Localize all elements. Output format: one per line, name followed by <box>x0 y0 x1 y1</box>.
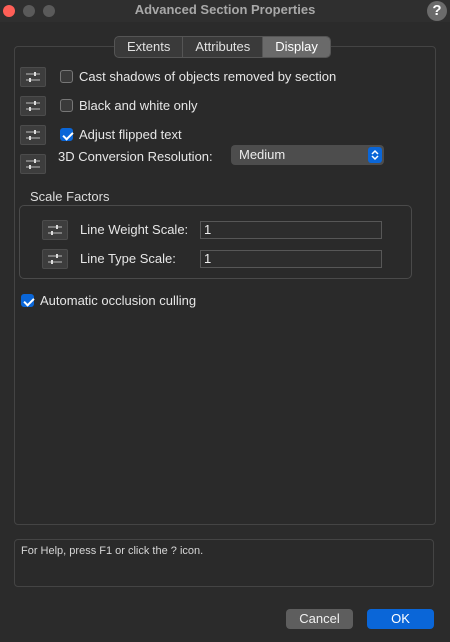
scale-factors-title: Scale Factors <box>30 189 110 204</box>
black-white-label: Black and white only <box>79 98 198 113</box>
help-question-icon[interactable]: ? <box>427 1 447 21</box>
sliders-icon[interactable] <box>20 96 46 116</box>
help-text: For Help, press F1 or click the ? icon. <box>21 545 204 557</box>
sliders-icon[interactable] <box>20 67 46 87</box>
sliders-icon[interactable] <box>42 220 68 240</box>
tab-display[interactable]: Display <box>263 37 330 57</box>
line-type-label: Line Type Scale: <box>80 251 176 266</box>
black-white-checkbox[interactable] <box>60 99 73 112</box>
tab-bar: Extents Attributes Display <box>114 36 331 58</box>
display-panel <box>14 46 436 525</box>
conversion-resolution-select[interactable]: Medium <box>231 145 384 165</box>
occlusion-culling-label: Automatic occlusion culling <box>40 293 197 308</box>
tab-extents[interactable]: Extents <box>115 37 184 57</box>
dialog-window: Advanced Section Properties ? Extents At… <box>0 0 450 642</box>
occlusion-culling-checkbox[interactable] <box>21 294 34 307</box>
line-type-input[interactable]: 1 <box>200 250 382 268</box>
sliders-icon[interactable] <box>20 125 46 145</box>
cancel-button[interactable]: Cancel <box>286 609 353 629</box>
window-title: Advanced Section Properties <box>134 2 316 17</box>
line-weight-input[interactable]: 1 <box>200 221 382 239</box>
adjust-flipped-checkbox[interactable] <box>60 128 73 141</box>
conversion-resolution-value: Medium <box>239 147 286 162</box>
ok-button[interactable]: OK <box>367 609 434 629</box>
adjust-flipped-label: Adjust flipped text <box>79 127 182 142</box>
sliders-icon[interactable] <box>20 154 46 174</box>
sliders-icon[interactable] <box>42 249 68 269</box>
line-weight-label: Line Weight Scale: <box>80 222 189 237</box>
help-box: For Help, press F1 or click the ? icon. <box>14 539 434 587</box>
up-down-chevron-icon <box>368 147 382 163</box>
conversion-resolution-label: 3D Conversion Resolution: <box>58 149 213 164</box>
tab-attributes[interactable]: Attributes <box>183 37 264 57</box>
cast-shadows-checkbox[interactable] <box>60 70 73 83</box>
cast-shadows-label: Cast shadows of objects removed by secti… <box>79 69 337 84</box>
title-bar: Advanced Section Properties ? <box>0 0 450 22</box>
